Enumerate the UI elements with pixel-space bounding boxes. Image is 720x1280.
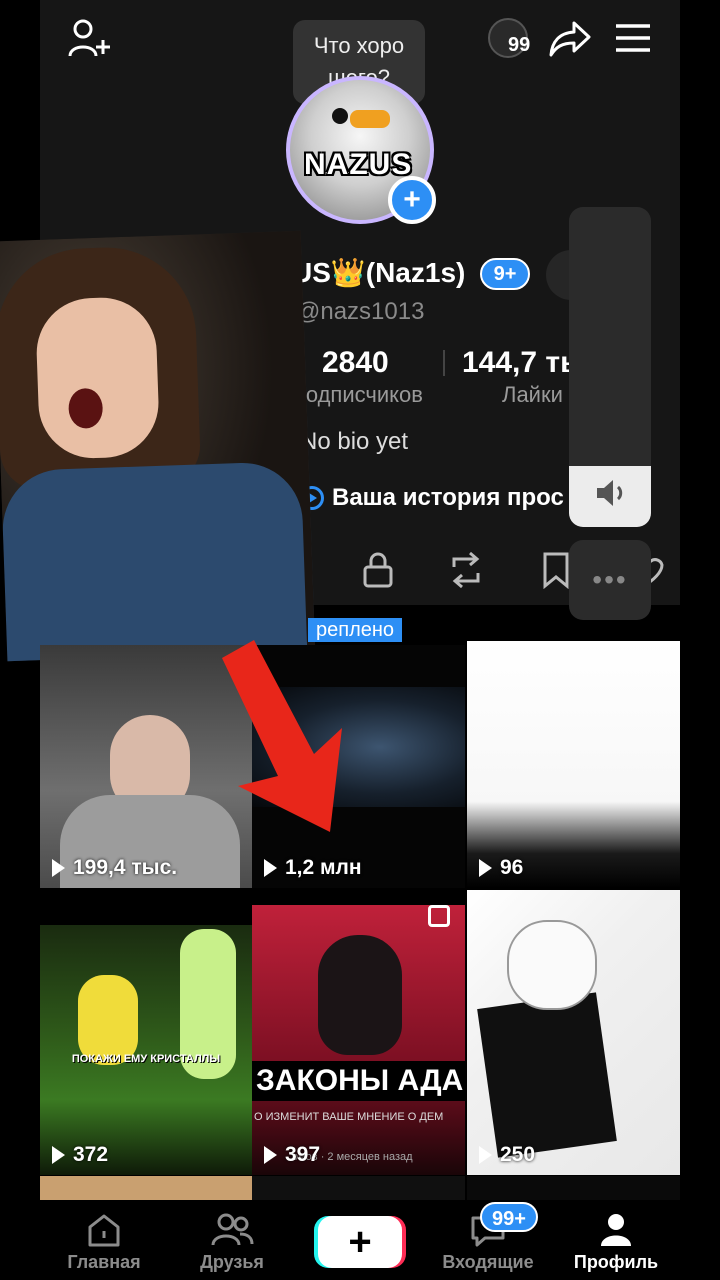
video-thumbnail[interactable]: 250 — [467, 890, 680, 1175]
photo-shirt — [0, 460, 308, 662]
avatar-logo-text: NAZUS — [304, 148, 413, 181]
thumbnail-subtitle: О ИЗМЕНИТ ВАШЕ МНЕНИЕ О ДЕМ — [254, 1111, 444, 1123]
speaker-icon — [597, 480, 623, 506]
view-count-text: 372 — [73, 1143, 109, 1166]
video-view-count: 250 — [479, 1143, 535, 1167]
nav-home-label: Главная — [67, 1252, 141, 1272]
plus-icon: + — [348, 1219, 372, 1264]
view-count-text: 397 — [285, 1143, 321, 1166]
followers-count[interactable]: 2840 — [322, 346, 389, 380]
level-badge[interactable]: 9+ — [480, 258, 530, 290]
likes-label: Лайки — [502, 382, 563, 407]
profile-username: US👑(Naz1s) — [292, 257, 466, 288]
video-thumbnail[interactable]: ЗАКОНЫ АДА О ИЗМЕНИТ ВАШЕ МНЕНИЕ О ДЕМ о… — [252, 905, 465, 1175]
add-story-button[interactable]: + — [388, 176, 436, 224]
activity-count: 99 — [508, 34, 531, 56]
view-count-text: 1,2 млн — [285, 856, 362, 879]
bottom-nav: Главная Друзья + Входящие Профиль — [0, 1200, 720, 1280]
red-arrow-annotation — [222, 640, 342, 832]
lock-icon — [363, 552, 393, 588]
create-button[interactable]: + — [318, 1216, 402, 1268]
multi-image-icon — [428, 905, 450, 927]
floating-video-overlay[interactable] — [0, 230, 316, 662]
photo-face — [34, 295, 161, 460]
menu-button[interactable] — [612, 18, 654, 58]
share-profile-button[interactable] — [546, 16, 594, 62]
view-count-text: 250 — [500, 1143, 536, 1166]
avatar-eye — [332, 108, 348, 124]
thumbnail-title: ЗАКОНЫ АДА — [252, 1061, 465, 1101]
share-icon — [549, 21, 591, 57]
nav-friends-label: Друзья — [200, 1252, 264, 1272]
avatar-beak — [350, 110, 390, 128]
bookmark-icon — [543, 552, 569, 589]
video-thumbnail[interactable] — [252, 1176, 465, 1200]
video-thumbnail[interactable] — [467, 1176, 680, 1200]
thumbnail-goat — [318, 935, 402, 1055]
view-count-text: 199,4 тыс. — [73, 856, 178, 879]
story-history-link[interactable]: Ваша история прос — [300, 484, 564, 512]
view-count-text: 96 — [500, 856, 524, 879]
add-user-icon — [68, 19, 110, 57]
tab-reposts[interactable] — [446, 548, 486, 592]
video-thumbnail[interactable] — [40, 1176, 252, 1200]
thumbnail-figure — [477, 992, 617, 1158]
video-view-count: 1,2 млн — [264, 856, 362, 880]
profile-handle: @nazs1013 — [296, 298, 425, 325]
video-view-count: 96 — [479, 856, 523, 880]
video-view-count: 372 — [52, 1143, 108, 1167]
nav-profile[interactable]: Профиль — [556, 1200, 676, 1280]
menu-icon — [616, 24, 650, 52]
inbox-badge: 99+ — [480, 1202, 538, 1232]
nav-home[interactable]: Главная — [44, 1200, 164, 1280]
friends-icon — [211, 1213, 254, 1246]
volume-slider[interactable] — [569, 207, 651, 527]
more-options-button[interactable]: ••• — [569, 540, 651, 620]
thumbnail-caption: ПОКАЖИ ЕМУ КРИСТАЛЛЫ — [71, 1053, 221, 1065]
nav-friends[interactable]: Друзья — [172, 1200, 292, 1280]
story-history-label: Ваша история прос — [332, 484, 564, 511]
nav-profile-label: Профиль — [573, 1252, 659, 1272]
repost-icon — [452, 551, 480, 589]
more-icon: ••• — [592, 564, 628, 595]
video-view-count: 199,4 тыс. — [52, 856, 177, 880]
thumbnail-character — [78, 975, 138, 1065]
video-thumbnail[interactable]: 96 — [467, 641, 680, 888]
stats-divider — [443, 350, 445, 376]
thumbnail-figure-head — [507, 920, 597, 1010]
plus-icon: + — [403, 183, 421, 216]
video-thumbnail[interactable]: ПОКАЖИ ЕМУ КРИСТАЛЛЫ 372 — [40, 925, 252, 1175]
video-view-count: 397 — [264, 1143, 320, 1167]
profile-bio: No bio yet — [300, 428, 409, 455]
profile-icon — [601, 1214, 631, 1246]
add-friend-button[interactable] — [64, 14, 114, 64]
nav-inbox-label: Входящие — [442, 1252, 534, 1272]
followers-label[interactable]: Подписчиков — [290, 382, 423, 408]
tab-private[interactable] — [358, 548, 398, 592]
home-icon — [88, 1214, 120, 1247]
